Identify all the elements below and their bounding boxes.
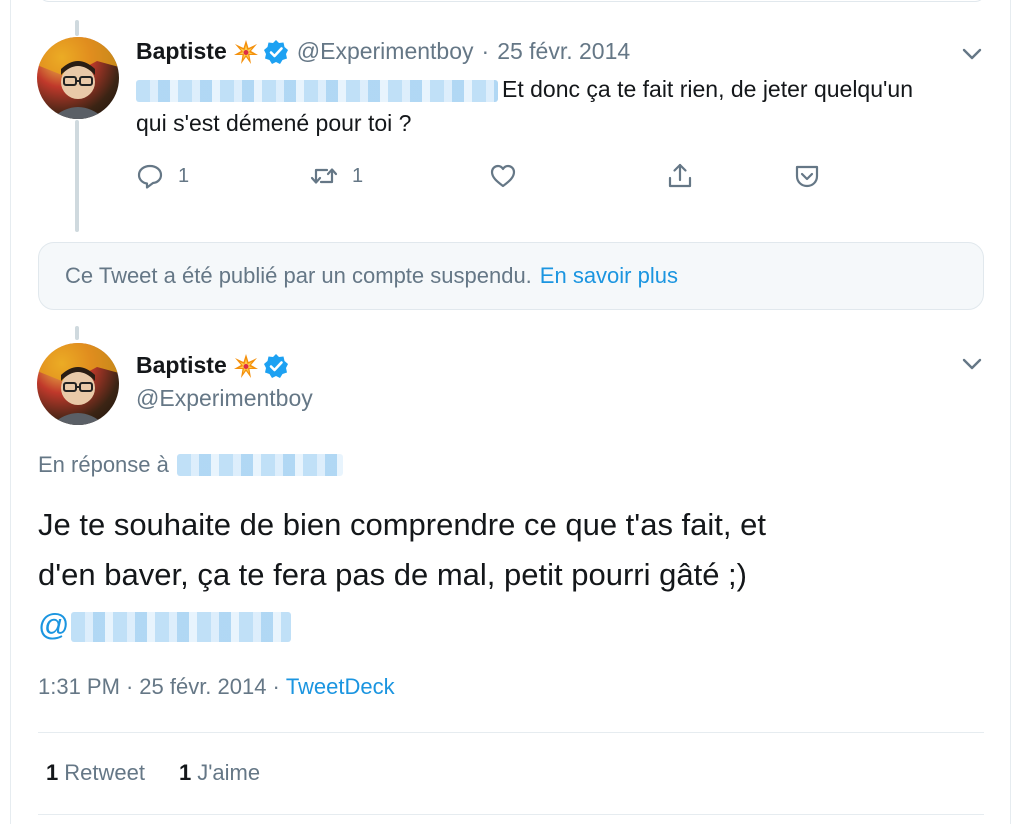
thread-line-top [75, 20, 79, 36]
share-button[interactable] [666, 162, 694, 190]
tweet-text: Et donc ça te fait rien, de jeter quelqu… [136, 72, 986, 140]
likes-count: 1 [178, 760, 192, 785]
main-tweet-text-line1: Je te souhaite de bien comprendre ce que… [38, 507, 766, 542]
tweet-text-line1: Et donc ça te fait rien, de jeter quelqu… [502, 76, 913, 102]
page-frame-right [1010, 0, 1011, 824]
like-icon [490, 164, 516, 188]
chevron-down-icon[interactable] [960, 352, 984, 376]
redacted-mentions [136, 79, 498, 102]
previous-card-edge [38, 0, 986, 2]
redacted-reply-handle[interactable] [176, 454, 343, 476]
dot-separator: · [481, 38, 490, 64]
like-button[interactable] [489, 162, 517, 190]
reply-author-line: Baptiste @Experimentboy · 25 févr. 2014 [136, 38, 630, 65]
page-frame-left [10, 0, 11, 824]
retweet-count: 1 [352, 164, 364, 187]
tweet-stats: 1 Retweet 1 J'aime [46, 760, 294, 786]
main-tweet-text: Je te souhaite de bien comprendre ce que… [38, 500, 978, 650]
chevron-down-icon[interactable] [960, 42, 984, 66]
collision-emoji-icon [233, 353, 258, 378]
notice-text: Ce Tweet a été publié par un compte susp… [65, 263, 532, 288]
retweet-icon [310, 168, 338, 184]
reply-icon [137, 164, 163, 189]
redacted-mention [71, 611, 292, 642]
share-icon [668, 163, 692, 188]
replying-to: En réponse à [38, 452, 343, 478]
verified-badge-icon [263, 39, 288, 64]
caret-button[interactable] [793, 162, 821, 190]
tweet-metadata: 1:31 PM · 25 févr. 2014 · TweetDeck [38, 674, 395, 700]
retweets-count: 1 [46, 760, 59, 785]
suspended-account-notice: Ce Tweet a été publié par un compte susp… [38, 242, 984, 310]
tweet-actions: 1 1 [136, 162, 836, 202]
learn-more-link[interactable]: En savoir plus [540, 263, 678, 289]
retweets-label: Retweet [64, 760, 145, 785]
reply-prefix: En réponse à [38, 452, 169, 477]
likes-label: J'aime [197, 760, 261, 785]
thread-line-main [75, 326, 79, 340]
display-name[interactable]: Baptiste [136, 352, 227, 379]
dot-separator: · [272, 674, 280, 699]
tweet-time[interactable]: 1:31 PM [38, 674, 120, 700]
caret-icon [795, 165, 819, 188]
avatar[interactable] [37, 37, 119, 119]
divider [38, 814, 984, 815]
tweet-text-line2: qui s'est démené pour toi ? [136, 110, 412, 136]
thread-line-reply [75, 120, 79, 232]
tweet-date[interactable]: 25 févr. 2014 [497, 38, 630, 65]
source-link[interactable]: TweetDeck [286, 674, 395, 700]
verified-badge-icon [263, 353, 288, 378]
handle[interactable]: @Experimentboy [297, 38, 474, 65]
retweet-button[interactable]: 1 [310, 162, 363, 190]
reply-count: 1 [178, 164, 190, 187]
main-author-line: Baptiste [136, 352, 289, 379]
reply-button[interactable]: 1 [136, 162, 189, 190]
display-name[interactable]: Baptiste [136, 38, 227, 65]
handle[interactable]: @Experimentboy [136, 385, 313, 412]
main-tweet-text-line2: d'en baver, ça te fera pas de mal, petit… [38, 557, 747, 592]
avatar[interactable] [37, 343, 119, 425]
mention-at: @ [38, 607, 70, 642]
tweet-date[interactable]: 25 févr. 2014 [139, 674, 266, 700]
dot-separator: · [125, 674, 134, 699]
divider [38, 732, 984, 733]
likes-stat[interactable]: 1 J'aime [179, 760, 260, 786]
mention[interactable]: @ [38, 600, 978, 650]
collision-emoji-icon [233, 39, 258, 64]
retweets-stat[interactable]: 1 Retweet [46, 760, 145, 786]
